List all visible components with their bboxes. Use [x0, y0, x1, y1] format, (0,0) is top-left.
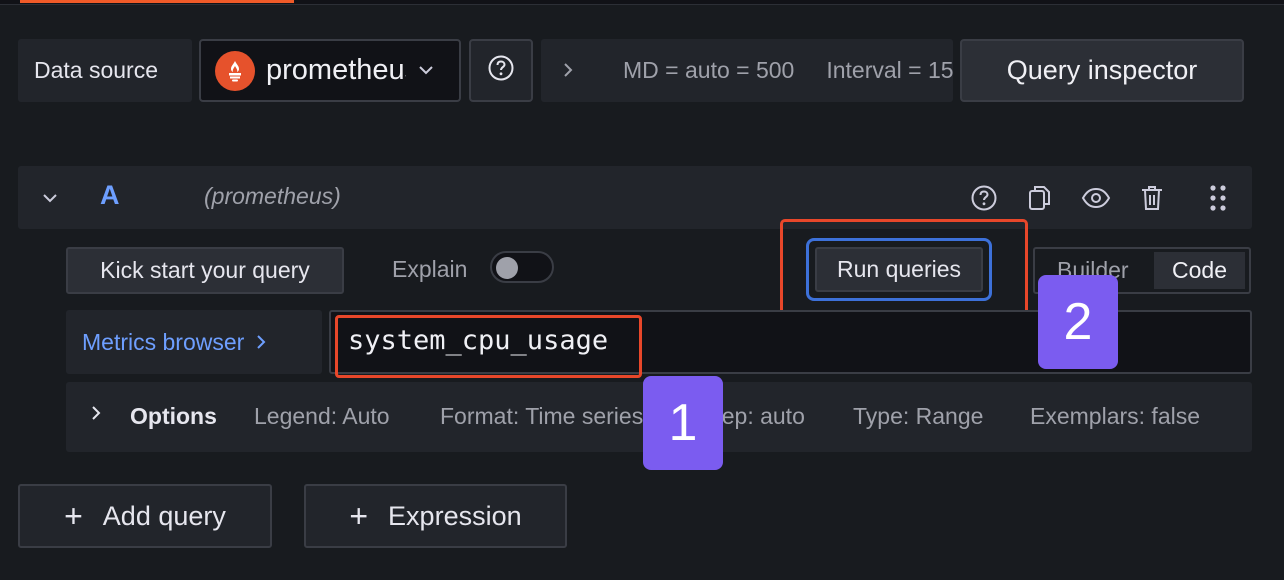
query-data-source: (prometheus) [204, 183, 341, 209]
toggle-knob [496, 257, 518, 279]
duplicate-query-icon[interactable] [1024, 180, 1056, 216]
metrics-browser-button[interactable]: Metrics browser [66, 310, 322, 374]
step-badge-1: 1 [643, 376, 723, 470]
explain-label: Explain [392, 256, 468, 282]
add-query-button[interactable]: + Add query [18, 484, 272, 548]
options-title: Options [130, 403, 217, 429]
query-options-toggle[interactable]: MD = auto = 500 Interval = 15s [541, 39, 953, 102]
run-queries-focus-ring: Run queries [806, 238, 992, 301]
max-data-points-text: MD = auto = 500 [623, 57, 795, 83]
mode-code[interactable]: Code [1154, 252, 1245, 289]
chevron-right-icon[interactable] [90, 404, 102, 427]
interval-text: Interval = 15s [826, 57, 953, 83]
prometheus-logo-icon [215, 50, 255, 91]
query-inspector-button[interactable]: Query inspector [960, 39, 1244, 102]
explain-toggle[interactable] [490, 251, 554, 283]
option-legend: Legend: Auto [254, 403, 390, 429]
data-source-help-button[interactable] [469, 39, 533, 102]
kick-start-query-button[interactable]: Kick start your query [66, 247, 344, 294]
add-query-label: Add query [102, 500, 226, 531]
plus-icon: + [349, 497, 369, 534]
run-queries-button[interactable]: Run queries [815, 247, 983, 292]
option-format: Format: Time series [440, 403, 644, 429]
data-source-label: Data source [18, 39, 192, 102]
question-circle-icon [487, 54, 515, 87]
metrics-browser-label: Metrics browser [82, 328, 245, 355]
data-source-name: prometheus [266, 54, 406, 86]
option-exemplars: Exemplars: false [1030, 403, 1201, 429]
option-type: Type: Range [853, 403, 984, 429]
chevron-right-icon [563, 57, 573, 84]
chevron-right-icon [256, 329, 266, 356]
eye-icon[interactable] [1080, 180, 1112, 216]
add-expression-button[interactable]: + Expression [304, 484, 567, 548]
chevron-down-icon [418, 62, 434, 80]
collapse-chevron-icon[interactable] [40, 186, 60, 215]
active-tab-indicator [20, 0, 294, 3]
query-ref-id[interactable]: A [100, 180, 120, 211]
data-source-picker[interactable]: prometheus [199, 39, 461, 102]
query-help-icon[interactable] [968, 180, 1000, 216]
drag-handle-icon[interactable] [1202, 180, 1234, 216]
step-badge-2: 2 [1038, 275, 1118, 369]
expression-label: Expression [388, 500, 522, 531]
annotation-highlight-query [335, 315, 642, 378]
trash-icon[interactable] [1136, 180, 1168, 216]
plus-icon: + [64, 497, 83, 534]
